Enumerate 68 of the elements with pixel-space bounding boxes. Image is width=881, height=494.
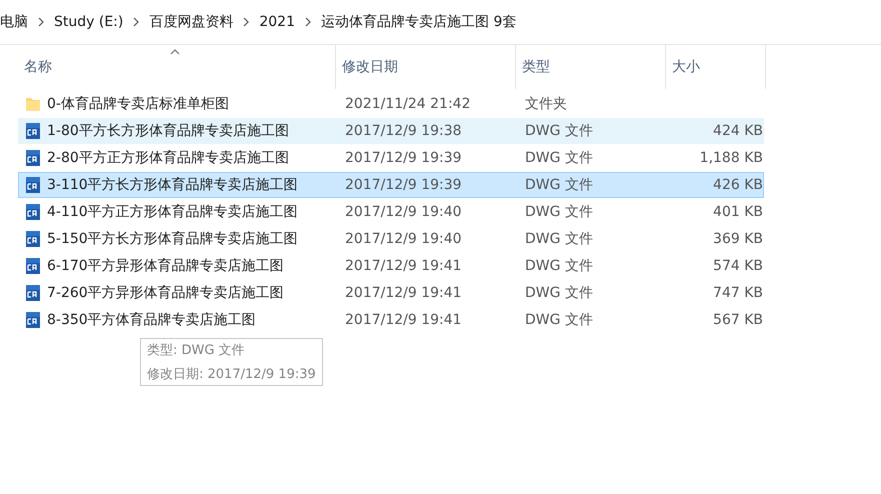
modified-date: 2017/12/9 19:39	[344, 150, 463, 166]
file-size: 567 KB	[712, 312, 764, 328]
file-name: 5-150平方长方形体育品牌专卖店施工图	[47, 230, 298, 248]
breadcrumb-item[interactable]: 电脑	[0, 13, 32, 31]
file-name: 8-350平方体育品牌专卖店施工图	[47, 311, 256, 329]
file-type: DWG 文件	[524, 149, 594, 167]
chevron-right-icon[interactable]	[304, 17, 312, 27]
file-size: 574 KB	[712, 258, 764, 274]
dwg-file-icon	[25, 176, 41, 194]
breadcrumb-item[interactable]: 运动体育品牌专卖店施工图 9套	[317, 13, 520, 31]
breadcrumb-item[interactable]: 2021	[255, 14, 299, 30]
file-name: 0-体育品牌专卖店标准单柜图	[47, 95, 229, 113]
file-type: DWG 文件	[524, 257, 594, 275]
column-header[interactable]: 名称	[18, 45, 336, 89]
file-type: DWG 文件	[524, 284, 594, 302]
modified-date: 2017/12/9 19:41	[344, 258, 463, 274]
file-name: 1-80平方长方形体育品牌专卖店施工图	[47, 122, 289, 140]
dwg-file-icon	[25, 257, 41, 275]
folder-icon	[25, 95, 41, 113]
modified-date: 2017/12/9 19:41	[344, 285, 463, 301]
modified-date: 2017/12/9 19:38	[344, 123, 463, 139]
dwg-file-icon	[25, 203, 41, 221]
file-type: 文件夹	[524, 95, 568, 113]
file-row[interactable]: 5-150平方长方形体育品牌专卖店施工图 2017/12/9 19:40 DWG 文件 369 KB	[18, 226, 764, 252]
modified-date: 2021/11/24 21:42	[344, 96, 472, 112]
file-type: DWG 文件	[524, 122, 594, 140]
file-row[interactable]: 6-170平方异形体育品牌专卖店施工图 2017/12/9 19:41 DWG 文件 574 KB	[18, 253, 764, 279]
file-size: 747 KB	[712, 285, 764, 301]
file-row[interactable]: 3-110平方长方形体育品牌专卖店施工图 2017/12/9 19:39 DWG 文件 426 KB	[18, 172, 764, 198]
file-size: 401 KB	[712, 204, 764, 220]
chevron-right-icon[interactable]	[242, 17, 250, 27]
chevron-right-icon[interactable]	[37, 17, 45, 27]
modified-date: 2017/12/9 19:39	[344, 177, 463, 193]
file-name: 3-110平方长方形体育品牌专卖店施工图	[47, 176, 298, 194]
file-type: DWG 文件	[524, 176, 594, 194]
file-size: 426 KB	[712, 177, 764, 193]
modified-date: 2017/12/9 19:41	[344, 312, 463, 328]
file-name: 6-170平方异形体育品牌专卖店施工图	[47, 257, 284, 275]
file-name: 4-110平方正方形体育品牌专卖店施工图	[47, 203, 298, 221]
file-row[interactable]: 0-体育品牌专卖店标准单柜图 2021/11/24 21:42 文件夹	[18, 91, 764, 117]
modified-date: 2017/12/9 19:40	[344, 204, 463, 220]
file-type: DWG 文件	[524, 203, 594, 221]
column-header[interactable]: 类型	[516, 45, 666, 89]
file-type: DWG 文件	[524, 230, 594, 248]
file-row[interactable]: 4-110平方正方形体育品牌专卖店施工图 2017/12/9 19:40 DWG 文件 401 KB	[18, 199, 764, 225]
file-row[interactable]: 8-350平方体育品牌专卖店施工图 2017/12/9 19:41 DWG 文件 567 KB	[18, 307, 764, 333]
column-header[interactable]: 修改日期	[336, 45, 516, 89]
file-row[interactable]: 2-80平方正方形体育品牌专卖店施工图 2017/12/9 19:39 DWG 文件 1,188 KB	[18, 145, 764, 171]
modified-date: 2017/12/9 19:40	[344, 231, 463, 247]
file-size: 369 KB	[712, 231, 764, 247]
file-row[interactable]: 7-260平方异形体育品牌专卖店施工图 2017/12/9 19:41 DWG 文件 747 KB	[18, 280, 764, 306]
breadcrumb-item[interactable]: 百度网盘资料	[145, 13, 238, 31]
dwg-file-icon	[25, 149, 41, 167]
file-size: 424 KB	[712, 123, 764, 139]
file-name: 2-80平方正方形体育品牌专卖店施工图	[47, 149, 289, 167]
column-header[interactable]: 大小	[666, 45, 766, 89]
dwg-file-icon	[25, 122, 41, 140]
file-type: DWG 文件	[524, 311, 594, 329]
file-name: 7-260平方异形体育品牌专卖店施工图	[47, 284, 284, 302]
file-size: 1,188 KB	[698, 150, 764, 166]
breadcrumb-item[interactable]: Study (E:)	[50, 14, 128, 30]
dwg-file-icon	[25, 284, 41, 302]
chevron-right-icon[interactable]	[132, 17, 140, 27]
file-row[interactable]: 1-80平方长方形体育品牌专卖店施工图 2017/12/9 19:38 DWG 文件 424 KB	[18, 118, 764, 144]
tooltip-line: 修改日期: 2017/12/9 19:39	[147, 366, 316, 383]
dwg-file-icon	[25, 311, 41, 329]
tooltip-line: 类型: DWG 文件	[147, 342, 246, 359]
dwg-file-icon	[25, 230, 41, 248]
